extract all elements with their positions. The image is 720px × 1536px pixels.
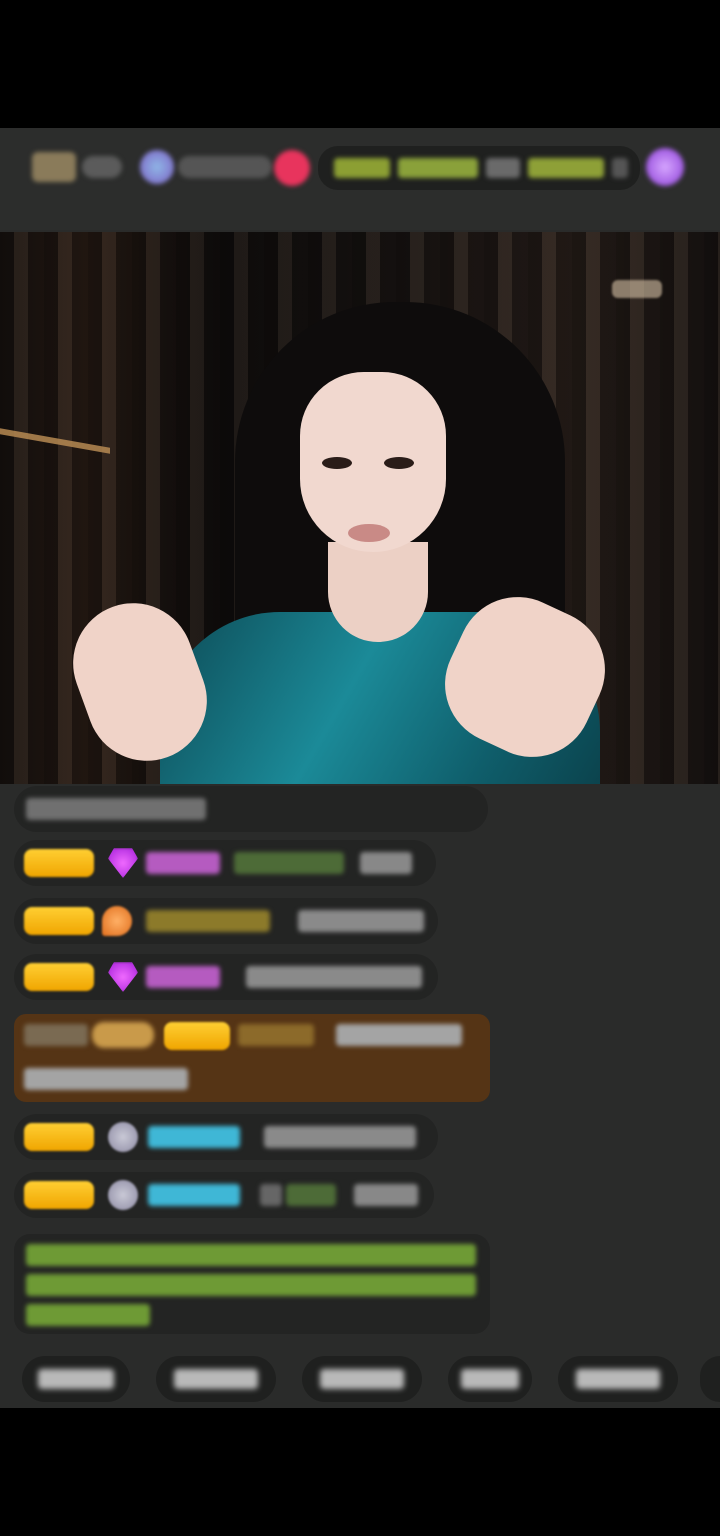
chat-message — [14, 1114, 438, 1160]
chat-message — [14, 1172, 434, 1218]
streamer-eye — [322, 457, 352, 469]
chat-text-blurred — [260, 1184, 282, 1206]
chat-text-blurred — [26, 1304, 150, 1326]
gem-purple-icon — [108, 962, 138, 992]
lamp-decor — [612, 280, 662, 298]
chat-text-blurred — [26, 1274, 476, 1296]
chat-text-blurred — [24, 1068, 188, 1090]
chat-message — [14, 786, 488, 832]
ranking-chevron-icon — [612, 158, 628, 178]
chat-text-blurred — [24, 1024, 88, 1046]
level-badge — [164, 1022, 230, 1050]
chat-text-blurred — [360, 852, 412, 874]
chat-text-blurred — [286, 1184, 336, 1206]
chat-text-blurred — [354, 1184, 418, 1206]
quick-reply-bar — [0, 1348, 720, 1410]
level-badge — [24, 963, 94, 991]
chat-username-blurred[interactable] — [146, 852, 220, 874]
streamer-neck — [328, 542, 428, 642]
system-announcement — [14, 1234, 490, 1334]
chat-message — [14, 840, 436, 886]
ranking-text-blurred — [334, 158, 390, 178]
chat-message — [14, 954, 438, 1000]
gem-gray-icon — [108, 1180, 138, 1210]
chat-username-blurred[interactable] — [146, 910, 270, 932]
stream-top-bar — [0, 128, 720, 230]
level-badge — [24, 849, 94, 877]
gem-gray-icon — [108, 1122, 138, 1152]
ranking-text-blurred — [486, 158, 520, 178]
quick-reply-label-blurred — [576, 1369, 660, 1389]
quick-reply-button[interactable] — [156, 1356, 276, 1402]
viewer-count-blurred — [82, 156, 122, 178]
ranking-text-blurred — [528, 158, 604, 178]
quick-reply-button[interactable] — [302, 1356, 422, 1402]
video-player[interactable] — [0, 232, 720, 784]
chat-username-blurred[interactable] — [146, 966, 220, 988]
gem-purple-icon — [108, 848, 138, 878]
platform-logo-icon[interactable] — [32, 152, 76, 182]
quick-reply-button[interactable] — [558, 1356, 678, 1402]
chat-text-blurred — [26, 798, 206, 820]
chat-text-blurred — [246, 966, 422, 988]
streamer-lips — [348, 524, 390, 542]
live-stream-frame — [0, 128, 720, 1408]
chat-username-blurred[interactable] — [148, 1184, 240, 1206]
follow-red-icon[interactable] — [274, 150, 310, 186]
quick-reply-label-blurred — [320, 1369, 404, 1389]
gem-orange-icon — [102, 906, 132, 936]
chat-text-blurred — [298, 910, 424, 932]
streamer-figure — [56, 302, 640, 784]
chat-text-blurred — [234, 852, 344, 874]
quick-reply-button[interactable] — [22, 1356, 130, 1402]
chat-message — [14, 898, 438, 944]
chat-username-blurred[interactable] — [148, 1126, 240, 1148]
level-badge — [24, 907, 94, 935]
chat-message-highlighted — [14, 1014, 490, 1102]
quick-reply-label-blurred — [38, 1369, 114, 1389]
vip-badge — [92, 1022, 154, 1048]
ranking-text-blurred — [398, 158, 478, 178]
host-avatar-icon[interactable] — [140, 150, 174, 184]
quick-reply-button-partial[interactable] — [700, 1356, 720, 1402]
host-name-blurred — [178, 156, 272, 178]
chat-text-blurred — [336, 1024, 462, 1046]
level-badge — [24, 1181, 94, 1209]
level-badge — [24, 1123, 94, 1151]
streamer-eye — [384, 457, 414, 469]
quick-reply-label-blurred — [174, 1369, 258, 1389]
chat-text-blurred — [26, 1244, 476, 1266]
quick-reply-label-blurred — [460, 1369, 520, 1389]
gift-icon[interactable] — [646, 148, 684, 186]
quick-reply-button[interactable] — [448, 1356, 532, 1402]
chat-text-blurred — [264, 1126, 416, 1148]
chat-username-blurred[interactable] — [238, 1024, 314, 1046]
